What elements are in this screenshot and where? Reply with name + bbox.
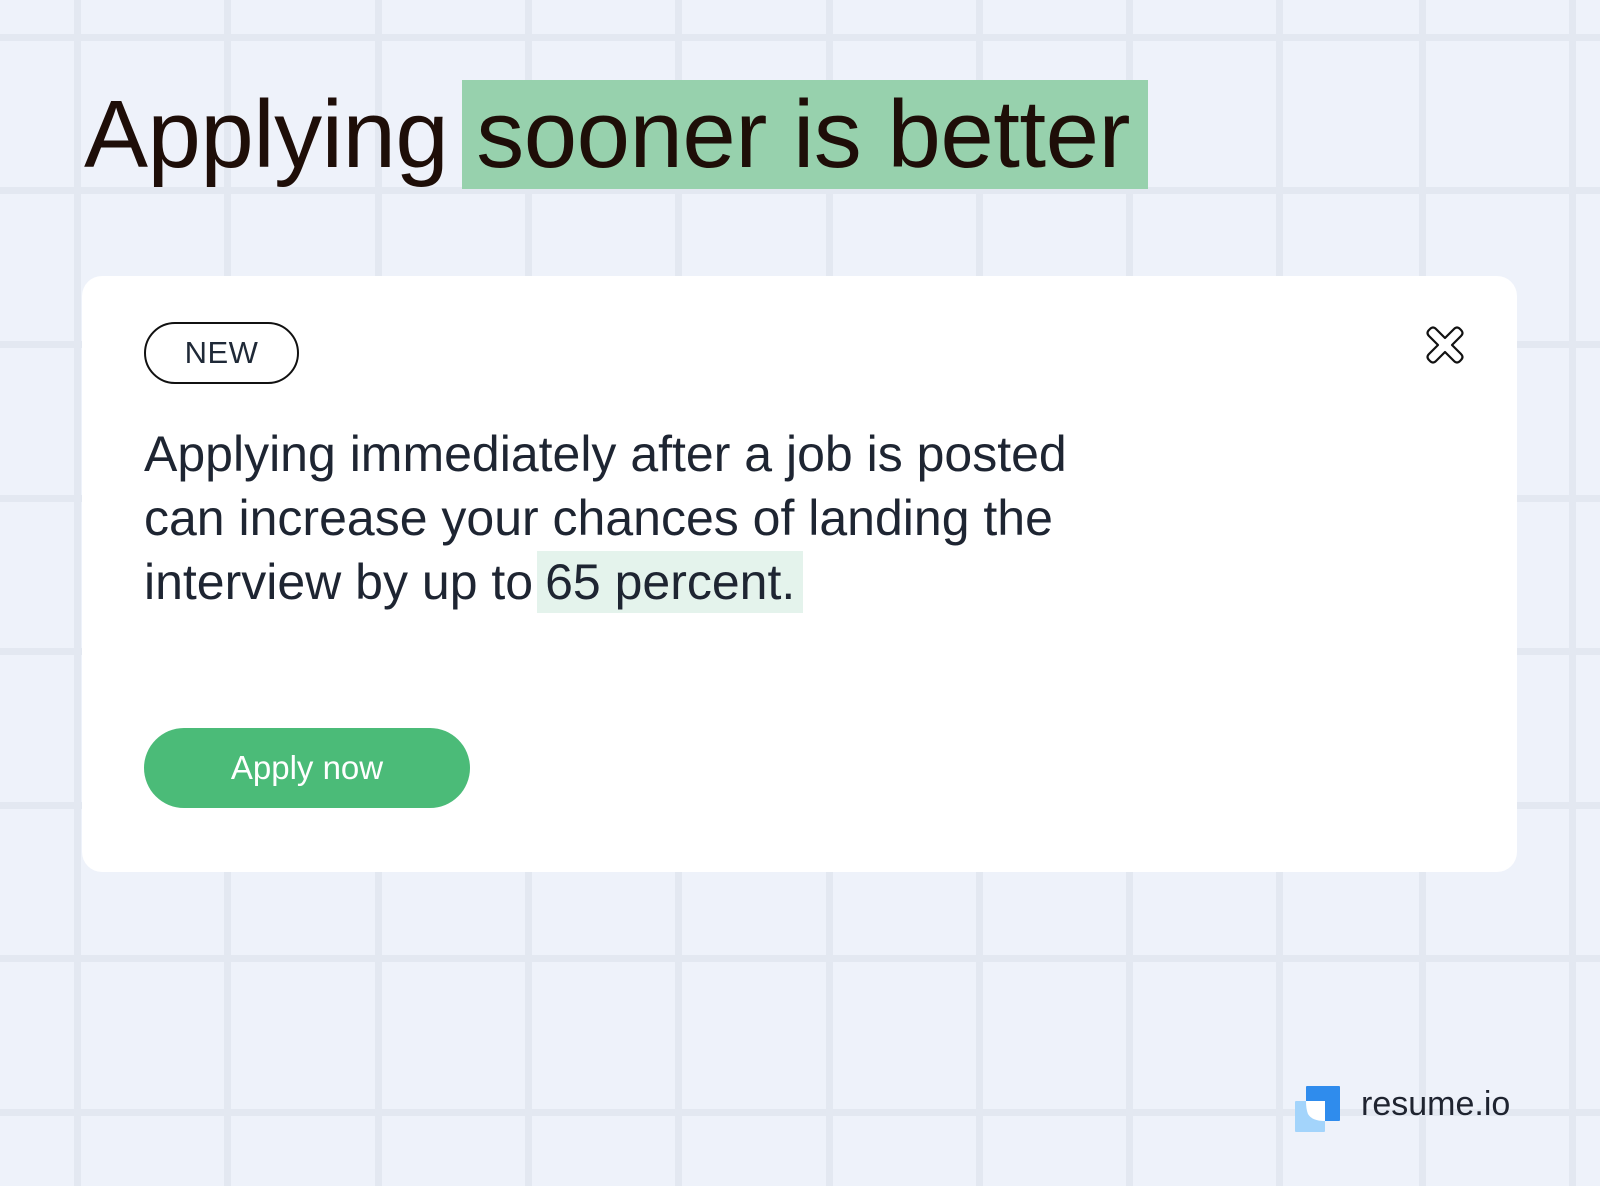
resume-io-logo-icon (1295, 1086, 1340, 1132)
grid-line (74, 0, 81, 1186)
grid-line (0, 34, 1600, 41)
brand-name: resume.io (1361, 1085, 1511, 1123)
new-badge: NEW (144, 322, 299, 384)
close-button[interactable] (1420, 320, 1470, 370)
promo-card: NEW Applying immediately after a job is … (82, 276, 1517, 872)
page-title: Applying sooner is better (84, 80, 1148, 189)
close-x-icon (1426, 326, 1464, 364)
message-line: can increase your chances of landing the (144, 490, 1053, 546)
highlighted-statistic: 65 percent. (537, 551, 804, 613)
title-plain-text: Applying (84, 81, 449, 188)
title-highlighted-text: sooner is better (462, 80, 1148, 189)
grid-line (0, 955, 1600, 962)
card-message: Applying immediately after a job is post… (144, 422, 1294, 614)
message-line: interview by up to 65 percent. (144, 550, 1294, 614)
message-line: Applying immediately after a job is post… (144, 426, 1067, 482)
grid-line (1569, 0, 1576, 1186)
apply-now-button[interactable]: Apply now (144, 728, 470, 808)
message-line-text: interview by up to (144, 554, 534, 610)
brand-logo: resume.io (1295, 1085, 1510, 1132)
